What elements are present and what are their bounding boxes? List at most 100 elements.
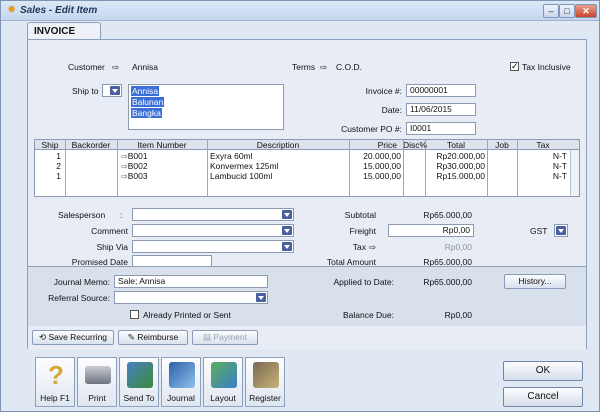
salesperson-field[interactable]: [132, 208, 294, 221]
layout-icon: [211, 362, 237, 388]
journal-memo-label: Journal Memo:: [53, 277, 110, 287]
journal-button[interactable]: Journal: [161, 357, 201, 407]
date-field[interactable]: 11/06/2015: [406, 103, 476, 116]
ship-via-label: Ship Via: [96, 242, 128, 252]
cell-description[interactable]: Konvermex 125ml: [210, 161, 346, 171]
print-label: Print: [88, 393, 106, 403]
terms-arrow-icon[interactable]: ⇨: [320, 62, 327, 73]
journal-memo-field[interactable]: Sale; Annisa: [114, 275, 268, 288]
maximize-button[interactable]: □: [559, 4, 575, 18]
ship-to-line: Bangka: [131, 108, 162, 118]
tax-code-dropdown[interactable]: [554, 224, 568, 237]
cell-price[interactable]: 15.000,00: [351, 171, 401, 181]
cell-tax[interactable]: N-T: [519, 171, 567, 181]
table-scrollbar[interactable]: [570, 150, 579, 196]
bottom-toolbar: ? Help F1 Print Send To Journal Layout R…: [35, 357, 335, 409]
item-arrow-icon[interactable]: ⇨: [121, 172, 128, 182]
col-price: Price: [377, 140, 397, 150]
reimburse-button[interactable]: ✎ Reimburse: [118, 330, 188, 345]
lower-section: Journal Memo: Sale; Annisa Referral Sour…: [28, 267, 586, 326]
ship-to-label: Ship to: [72, 86, 99, 96]
payment-button[interactable]: ▤ Payment: [192, 330, 258, 345]
tab-invoice[interactable]: INVOICE: [27, 22, 101, 40]
ship-to-dropdown[interactable]: [102, 84, 122, 97]
history-button[interactable]: History...: [504, 274, 566, 289]
help-icon: ?: [48, 360, 64, 390]
customer-po-field[interactable]: I0001: [406, 122, 476, 135]
save-recurring-icon: ⟲: [38, 332, 49, 342]
cell-ship[interactable]: 2: [35, 161, 61, 171]
cell-item-number: B003: [127, 171, 148, 181]
payment-label: Payment: [213, 332, 247, 342]
send-to-icon: [127, 362, 153, 388]
save-recurring-button[interactable]: ⟲ Save Recurring: [32, 330, 114, 345]
customer-arrow-icon[interactable]: ⇨: [112, 62, 119, 73]
save-recurring-label: Save Recurring: [48, 332, 108, 342]
chevron-down-icon: [282, 210, 292, 219]
minimize-button[interactable]: –: [543, 4, 559, 18]
print-button[interactable]: Print: [77, 357, 117, 407]
already-printed-checkbox[interactable]: [130, 310, 139, 319]
cell-item[interactable]: ⇨B003: [121, 171, 205, 182]
cell-tax[interactable]: N-T: [519, 161, 567, 171]
freight-field[interactable]: Rp0,00: [388, 224, 474, 237]
cell-description[interactable]: Exyra 60ml: [210, 151, 346, 161]
ship-via-field[interactable]: [132, 240, 294, 253]
referral-source-label: Referral Source:: [48, 293, 110, 303]
ship-to-address[interactable]: Annisa Balunan Bangka: [128, 84, 284, 130]
close-button[interactable]: ✕: [575, 4, 597, 18]
cell-ship[interactable]: 1: [35, 171, 61, 181]
customer-label: Customer: [68, 62, 105, 72]
cell-price[interactable]: 20.000,00: [351, 151, 401, 161]
invoice-number-label: Invoice #:: [365, 86, 402, 96]
tax-label: Tax: [352, 242, 366, 252]
title-bar[interactable]: ✸ Sales - Edit Item – □ ✕: [1, 1, 599, 21]
window-title: Sales - Edit Item: [20, 5, 98, 16]
table-row[interactable]: 1 ⇨B003 Lambucid 100ml 15.000,00 Rp15.00…: [35, 171, 569, 181]
col-description: Description: [256, 140, 300, 150]
tax-arrow-icon[interactable]: ⇨: [369, 242, 376, 253]
action-bar: ⟲ Save Recurring ✎ Reimburse ▤ Payment: [28, 326, 586, 350]
terms-value[interactable]: C.O.D.: [336, 62, 362, 72]
chevron-down-icon: [110, 86, 120, 95]
send-to-button[interactable]: Send To: [119, 357, 159, 407]
col-backorder: Backorder: [71, 140, 111, 150]
col-disc: Disc%: [403, 140, 428, 150]
comment-field[interactable]: [132, 224, 294, 237]
cancel-button[interactable]: Cancel: [503, 387, 583, 407]
tax-code-label: GST: [530, 226, 548, 236]
register-icon: [253, 362, 279, 388]
tax-inclusive-label: Tax Inclusive: [522, 62, 571, 72]
register-button[interactable]: Register: [245, 357, 285, 407]
ok-button[interactable]: OK: [503, 361, 583, 381]
invoice-number-field[interactable]: 00000001: [406, 84, 476, 97]
referral-source-field[interactable]: [114, 291, 268, 304]
register-label: Register: [249, 393, 281, 403]
table-row[interactable]: 2 ⇨B002 Konvermex 125ml 15.000,00 Rp30.0…: [35, 161, 569, 171]
cell-total[interactable]: Rp30.000,00: [427, 161, 485, 171]
customer-value[interactable]: Annisa: [132, 62, 158, 72]
date-label: Date:: [381, 105, 402, 115]
invoice-panel: Customer ⇨ Annisa Terms ⇨ C.O.D. ✓ Tax I…: [27, 39, 587, 350]
cell-ship[interactable]: 1: [35, 151, 61, 161]
printer-icon: [85, 366, 111, 384]
salesperson-colon: :: [120, 210, 123, 220]
chevron-down-icon: [282, 226, 292, 235]
layout-button[interactable]: Layout: [203, 357, 243, 407]
col-tax: Tax: [536, 140, 550, 150]
col-ship: Ship: [41, 140, 59, 150]
cell-total[interactable]: Rp20.000,00: [427, 151, 485, 161]
cell-item-number: B001: [127, 151, 148, 161]
help-label: Help F1: [40, 393, 70, 403]
cell-item-number: B002: [127, 161, 148, 171]
table-row[interactable]: 1 ⇨B001 Exyra 60ml 20.000,00 Rp20.000,00…: [35, 151, 569, 161]
tax-inclusive-checkbox[interactable]: ✓: [510, 62, 519, 71]
cell-tax[interactable]: N-T: [519, 151, 567, 161]
help-button[interactable]: ? Help F1: [35, 357, 75, 407]
cell-price[interactable]: 15.000,00: [351, 161, 401, 171]
cell-description[interactable]: Lambucid 100ml: [210, 171, 346, 181]
col-job: Job: [495, 140, 509, 150]
cell-total[interactable]: Rp15.000,00: [427, 171, 485, 181]
chevron-down-icon: [256, 293, 266, 302]
chevron-down-icon: [282, 242, 292, 251]
